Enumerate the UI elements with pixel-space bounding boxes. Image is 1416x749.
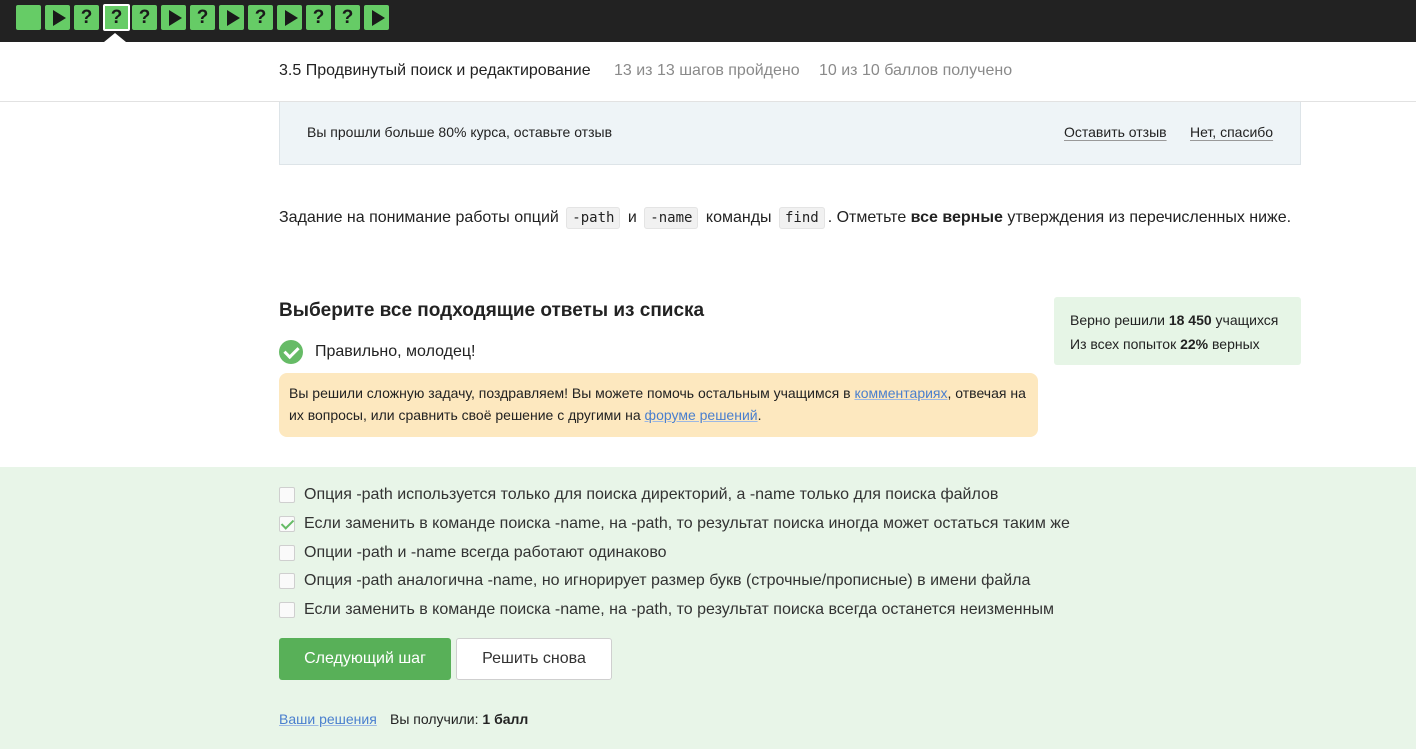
answer-option[interactable]: Если заменить в команде поиска -name, на… <box>279 601 1054 619</box>
review-banner-text: Вы прошли больше 80% курса, оставьте отз… <box>307 124 613 140</box>
question-icon: ? <box>312 7 325 28</box>
lesson-header: 3.5 Продвинутый поиск и редактирование 1… <box>0 42 1416 102</box>
step-12-quiz[interactable]: ? <box>335 5 360 30</box>
step-7-quiz[interactable]: ? <box>190 5 215 30</box>
checkbox[interactable] <box>279 516 295 532</box>
play-icon <box>168 9 182 26</box>
answer-option-label: Если заменить в команде поиска -name, на… <box>304 515 1070 532</box>
checkbox[interactable] <box>279 602 295 618</box>
play-icon <box>52 9 66 26</box>
check-circle-icon <box>279 340 303 364</box>
checkbox[interactable] <box>279 545 295 561</box>
question-icon: ? <box>196 7 209 28</box>
play-icon <box>284 9 298 26</box>
answer-option[interactable]: Опция -path используется только для поис… <box>279 486 998 504</box>
lesson-title[interactable]: 3.5 Продвинутый поиск и редактирование <box>279 62 591 80</box>
step-6-video[interactable] <box>161 5 186 30</box>
hint-text-part1: Вы решили сложную задачу, поздравляем! В… <box>289 385 851 401</box>
answer-option-label: Опция -path используется только для поис… <box>304 486 999 503</box>
result-prefix: Вы получили: <box>390 711 479 727</box>
answer-option[interactable]: Опция -path аналогична -name, но игнорир… <box>279 572 1030 590</box>
answer-option-label: Опция -path аналогична -name, но игнорир… <box>304 572 1031 589</box>
step-1-blank[interactable] <box>16 5 41 30</box>
stats-attempts-prefix: Из всех попыток <box>1070 336 1177 352</box>
next-step-button[interactable]: Следующий шаг <box>279 638 451 680</box>
task-text-part3: . Отметьте <box>827 209 907 226</box>
question-icon: ? <box>138 7 151 28</box>
leave-review-link[interactable]: Оставить отзыв <box>1064 124 1167 140</box>
stats-attempts-suffix: верных <box>1212 336 1260 352</box>
comments-link[interactable]: комментариях <box>854 385 947 401</box>
your-solutions-link[interactable]: Ваши решения <box>279 711 377 727</box>
step-3-quiz[interactable]: ? <box>74 5 99 30</box>
task-text-and: и <box>627 209 637 226</box>
solve-again-button[interactable]: Решить снова <box>456 638 612 680</box>
checkbox[interactable] <box>279 487 295 503</box>
question-title: Выберите все подходящие ответы из списка <box>279 300 705 321</box>
correct-text: Правильно, молодец! <box>315 343 476 360</box>
stats-panel: Верно решили 18 450 учащихся Из всех поп… <box>1054 297 1301 365</box>
task-text-bold: все верные <box>910 209 1003 226</box>
step-8-video[interactable] <box>219 5 244 30</box>
stats-solved-prefix: Верно решили <box>1070 312 1165 328</box>
review-banner: Вы прошли больше 80% курса, оставьте отз… <box>279 102 1301 165</box>
play-icon <box>371 9 385 26</box>
step-5-quiz[interactable]: ? <box>132 5 157 30</box>
result-text: Вы получили: 1 балл <box>390 711 528 727</box>
lesson-steps-progress: 13 из 13 шагов пройдено <box>614 62 800 79</box>
stats-solved-count: 18 450 <box>1168 312 1212 328</box>
step-13-video[interactable] <box>364 5 389 30</box>
code-name: -name <box>644 207 699 229</box>
question-icon: ? <box>80 7 93 28</box>
no-thanks-link[interactable]: Нет, спасибо <box>1190 124 1273 140</box>
correct-status: Правильно, молодец! <box>279 340 475 364</box>
stats-solved: Верно решили 18 450 учащихся <box>1070 308 1285 332</box>
step-4-quiz[interactable]: ? <box>103 4 130 31</box>
play-icon <box>226 9 240 26</box>
answer-option[interactable]: Опции -path и -name всегда работают один… <box>279 544 667 562</box>
active-step-pointer <box>104 33 126 42</box>
stats-attempts-percent: 22% <box>1180 336 1209 352</box>
stats-attempts: Из всех попыток 22% верных <box>1070 332 1285 356</box>
code-find: find <box>779 207 825 229</box>
hint-text-part3: . <box>757 407 762 423</box>
step-10-video[interactable] <box>277 5 302 30</box>
answer-option[interactable]: Если заменить в команде поиска -name, на… <box>279 515 1070 533</box>
answer-option-label: Если заменить в команде поиска -name, на… <box>304 601 1054 618</box>
step-2-video[interactable] <box>45 5 70 30</box>
code-path: -path <box>566 207 621 229</box>
task-text-part2: команды <box>705 209 772 226</box>
lesson-score: 10 из 10 баллов получено <box>819 62 1013 79</box>
result-value: 1 балл <box>482 711 529 727</box>
task-description: Задание на понимание работы опций -path … <box>279 205 1291 231</box>
answer-option-label: Опции -path и -name всегда работают один… <box>304 544 667 561</box>
solutions-forum-link[interactable]: форуме решений <box>645 407 758 423</box>
step-9-quiz[interactable]: ? <box>248 5 273 30</box>
question-icon: ? <box>254 7 267 28</box>
checkbox[interactable] <box>279 573 295 589</box>
step-11-quiz[interactable]: ? <box>306 5 331 30</box>
congrats-hint: Вы решили сложную задачу, поздравляем! В… <box>279 373 1038 437</box>
question-icon: ? <box>110 7 123 28</box>
step-navigation-bar: ??????? <box>0 0 1416 42</box>
stats-solved-suffix: учащихся <box>1215 312 1279 328</box>
task-text-part4: утверждения из перечисленных ниже. <box>1007 209 1292 226</box>
question-icon: ? <box>341 7 354 28</box>
task-text-part1: Задание на понимание работы опций <box>279 209 559 226</box>
